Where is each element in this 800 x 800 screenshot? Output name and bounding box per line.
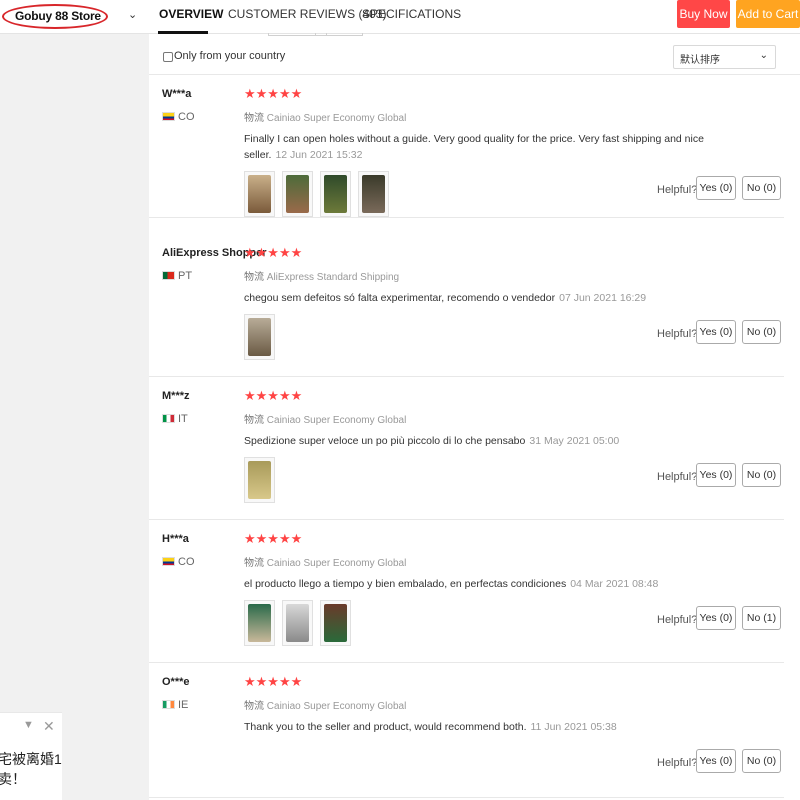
review-text: el producto llego a tiempo y bien embala… (244, 578, 659, 590)
review-item: O***e IE ★★★★★ 物流 Cainiao Super Economy … (149, 663, 784, 798)
reviewer-country: IE (162, 699, 188, 711)
helpful-yes-button[interactable]: Yes (0) (696, 320, 736, 344)
helpful-no-button[interactable]: No (0) (742, 463, 781, 487)
colombia-flag-icon (162, 112, 175, 121)
review-text: Spedizione super veloce un po più piccol… (244, 435, 620, 447)
reviewer-country: CO (162, 111, 195, 123)
chevron-down-icon[interactable]: ⌄ (128, 8, 137, 21)
review-item: M***z IT ★★★★★ 物流 Cainiao Super Economy … (149, 377, 784, 520)
review-date: 11 Jun 2021 05:38 (530, 721, 617, 733)
helpful-label: Helpful? (657, 471, 698, 483)
review-date: 07 Jun 2021 16:29 (559, 292, 647, 304)
helpful-yes-button[interactable]: Yes (0) (696, 176, 736, 200)
shipping-method: 物流 Cainiao Super Economy Global (244, 701, 407, 712)
review-item: W***a CO ★★★★★ 物流 Cainiao Super Economy … (149, 75, 784, 218)
add-to-cart-button[interactable]: Add to Cart (736, 0, 800, 28)
review-date: 12 Jun 2021 15:32 (275, 149, 363, 161)
only-country-label[interactable]: Only from your country (174, 50, 285, 62)
reviewer-country: CO (162, 556, 195, 568)
review-date: 31 May 2021 05:00 (529, 435, 620, 447)
sort-value: 默认排序 (680, 55, 720, 66)
popup-message[interactable]: 宅被离婚18 卖！ (0, 749, 62, 789)
helpful-yes-button[interactable]: Yes (0) (696, 606, 736, 630)
review-photo[interactable] (320, 600, 351, 646)
review-photo[interactable] (320, 171, 351, 217)
review-photo[interactable] (358, 171, 389, 217)
review-photo[interactable] (244, 314, 275, 360)
rating-stars: ★★★★★ (244, 674, 303, 689)
ireland-flag-icon (162, 700, 175, 709)
helpful-label: Helpful? (657, 757, 698, 769)
reviewer-name: W***a (162, 88, 192, 100)
review-item: H***a CO ★★★★★ 物流 Cainiao Super Economy … (149, 520, 784, 663)
helpful-yes-button[interactable]: Yes (0) (696, 749, 736, 773)
review-photo[interactable] (244, 457, 275, 503)
review-text: Thank you to the seller and product, wou… (244, 721, 617, 733)
italy-flag-icon (162, 414, 175, 423)
only-country-checkbox[interactable] (163, 52, 173, 62)
reviewer-country: IT (162, 413, 188, 425)
helpful-no-button[interactable]: No (1) (742, 606, 781, 630)
reviewer-name: H***a (162, 533, 189, 545)
reviewer-name: O***e (162, 676, 190, 688)
shipping-method: 物流 Cainiao Super Economy Global (244, 113, 407, 124)
store-header[interactable]: Gobuy 88 Store ⌄ (0, 0, 149, 34)
reviewer-country: PT (162, 270, 192, 282)
review-photo[interactable] (282, 171, 313, 217)
product-tabs: OVERVIEW CUSTOMER REVIEWS (403) SPECIFIC… (149, 0, 800, 34)
helpful-yes-button[interactable]: Yes (0) (696, 463, 736, 487)
review-filter-bar: Only from your country 默认排序 ⌄ (149, 33, 800, 75)
portugal-flag-icon (162, 271, 175, 280)
helpful-label: Helpful? (657, 614, 698, 626)
store-name[interactable]: Gobuy 88 Store (15, 9, 101, 23)
review-list: W***a CO ★★★★★ 物流 Cainiao Super Economy … (149, 75, 800, 800)
buy-now-button[interactable]: Buy Now (677, 0, 730, 28)
colombia-flag-icon (162, 557, 175, 566)
collapse-icon[interactable]: ▼ (23, 719, 34, 731)
tab-overview[interactable]: OVERVIEW (159, 7, 223, 21)
chat-popup: ▼ ✕ 宅被离婚18 卖！ (0, 712, 62, 800)
rating-stars: ★★★★★ (244, 245, 303, 260)
tab-specifications[interactable]: SPECIFICATIONS (362, 7, 461, 21)
helpful-label: Helpful? (657, 328, 698, 340)
rating-stars: ★★★★★ (244, 531, 303, 546)
review-text: Finally I can open holes without a guide… (244, 133, 704, 161)
review-photo[interactable] (244, 600, 275, 646)
review-photo[interactable] (244, 171, 275, 217)
helpful-no-button[interactable]: No (0) (742, 749, 781, 773)
helpful-no-button[interactable]: No (0) (742, 320, 781, 344)
reviewer-name: M***z (162, 390, 190, 402)
review-photo[interactable] (282, 600, 313, 646)
shipping-method: 物流 Cainiao Super Economy Global (244, 415, 407, 426)
sort-dropdown[interactable]: 默认排序 ⌄ (673, 45, 776, 69)
helpful-label: Helpful? (657, 184, 698, 196)
review-item: AliExpress Shopper PT ★★★★★ 物流 AliExpres… (149, 234, 784, 377)
left-panel (0, 0, 149, 800)
helpful-no-button[interactable]: No (0) (742, 176, 781, 200)
cut-off-control (315, 33, 363, 36)
rating-stars: ★★★★★ (244, 388, 303, 403)
review-date: 04 Mar 2021 08:48 (570, 578, 659, 590)
chevron-down-icon: ⌄ (759, 50, 768, 61)
close-icon[interactable]: ✕ (43, 718, 55, 735)
shipping-method: 物流 AliExpress Standard Shipping (244, 272, 400, 283)
review-text: chegou sem defeitos só falta experimenta… (244, 292, 647, 304)
rating-stars: ★★★★★ (244, 86, 303, 101)
shipping-method: 物流 Cainiao Super Economy Global (244, 558, 407, 569)
